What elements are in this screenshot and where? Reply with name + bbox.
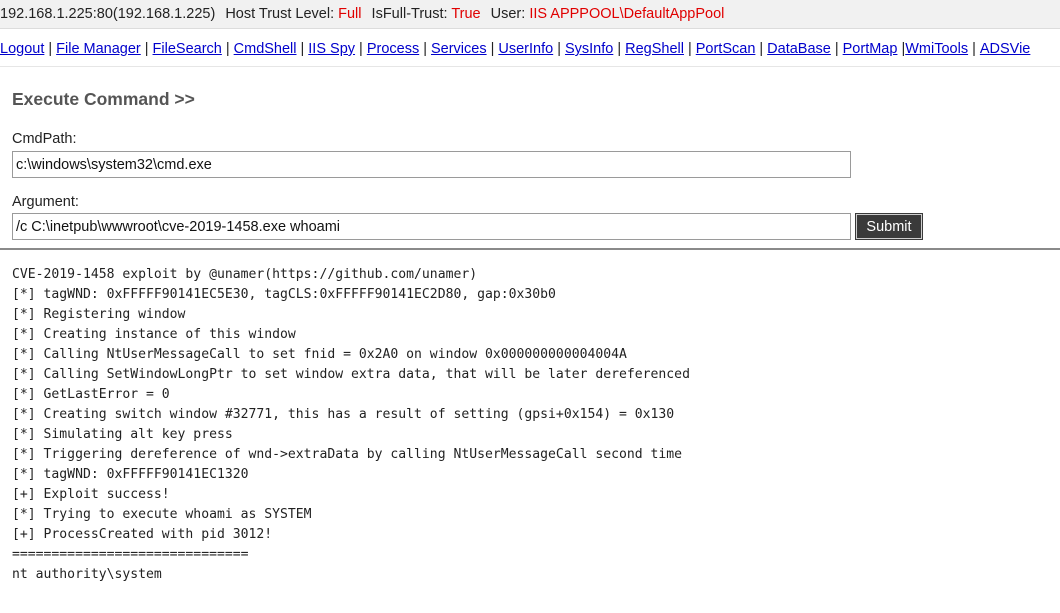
output-line: [+] ProcessCreated with pid 3012! — [12, 527, 273, 542]
main-nav: Logout | File Manager | FileSearch | CmdShell |… — [0, 41, 1031, 57]
output-line: [*] tagWND: 0xFFFFF90141EC5E30, tagCLS:0… — [12, 287, 556, 302]
trust-level-label: Host Trust Level: — [225, 6, 335, 22]
output-line: ============================== — [12, 547, 249, 562]
output-line: [*] Creating switch window #32771, this … — [12, 407, 675, 422]
nav-logout[interactable]: Logout — [0, 41, 44, 57]
output-line: [*] Registering window — [12, 307, 186, 322]
output-divider — [0, 248, 1060, 250]
nav-wmitools[interactable]: WmiTools — [905, 41, 968, 57]
user-value: IIS APPPOOL\DefaultAppPool — [529, 6, 725, 22]
nav-cmdshell[interactable]: CmdShell — [234, 41, 297, 57]
command-output: CVE-2019-1458 exploit by @unamer(https:/… — [12, 265, 690, 585]
output-line: nt authority\system — [12, 567, 162, 582]
argument-label: Argument: — [12, 194, 79, 210]
output-line: [*] Triggering dereference of wnd->extra… — [12, 447, 683, 462]
status-bar: 192.168.1.225:80(192.168.1.225) Host Tru… — [0, 0, 1060, 29]
output-line: [*] Creating instance of this window — [12, 327, 296, 342]
output-line: [*] tagWND: 0xFFFFF90141EC1320 — [12, 467, 249, 482]
output-line: [*] Calling NtUserMessageCall to set fni… — [12, 347, 627, 362]
output-line: [+] Exploit success! — [12, 487, 170, 502]
argument-input[interactable] — [12, 213, 851, 240]
nav-portmap[interactable]: PortMap — [843, 41, 898, 57]
output-line: [*] Trying to execute whoami as SYSTEM — [12, 507, 312, 522]
cmdpath-input[interactable] — [12, 151, 851, 178]
fulltrust-value: True — [451, 6, 481, 22]
submit-button[interactable]: Submit — [855, 213, 923, 240]
nav-regshell[interactable]: RegShell — [625, 41, 684, 57]
host-address: 192.168.1.225:80(192.168.1.225) — [0, 6, 216, 22]
nav-file-manager[interactable]: File Manager — [56, 41, 141, 57]
nav-services[interactable]: Services — [431, 41, 487, 57]
cmdpath-label: CmdPath: — [12, 131, 77, 147]
output-line: [*] Simulating alt key press — [12, 427, 233, 442]
nav-portscan[interactable]: PortScan — [696, 41, 756, 57]
output-line: CVE-2019-1458 exploit by @unamer(https:/… — [12, 267, 478, 282]
output-line: [*] GetLastError = 0 — [12, 387, 170, 402]
nav-filesearch[interactable]: FileSearch — [153, 41, 222, 57]
output-line: [*] Calling SetWindowLongPtr to set wind… — [12, 367, 690, 382]
nav-divider — [0, 66, 1060, 67]
nav-database[interactable]: DataBase — [767, 41, 831, 57]
nav-userinfo[interactable]: UserInfo — [498, 41, 553, 57]
nav-adsviewer[interactable]: ADSVie — [980, 41, 1031, 57]
nav-sysinfo[interactable]: SysInfo — [565, 41, 613, 57]
fulltrust-label: IsFull-Trust: — [371, 6, 448, 22]
nav-process[interactable]: Process — [367, 41, 419, 57]
trust-level-value: Full — [338, 6, 362, 22]
user-label: User: — [490, 6, 526, 22]
nav-iis-spy[interactable]: IIS Spy — [308, 41, 355, 57]
page-title: Execute Command >> — [12, 89, 195, 109]
